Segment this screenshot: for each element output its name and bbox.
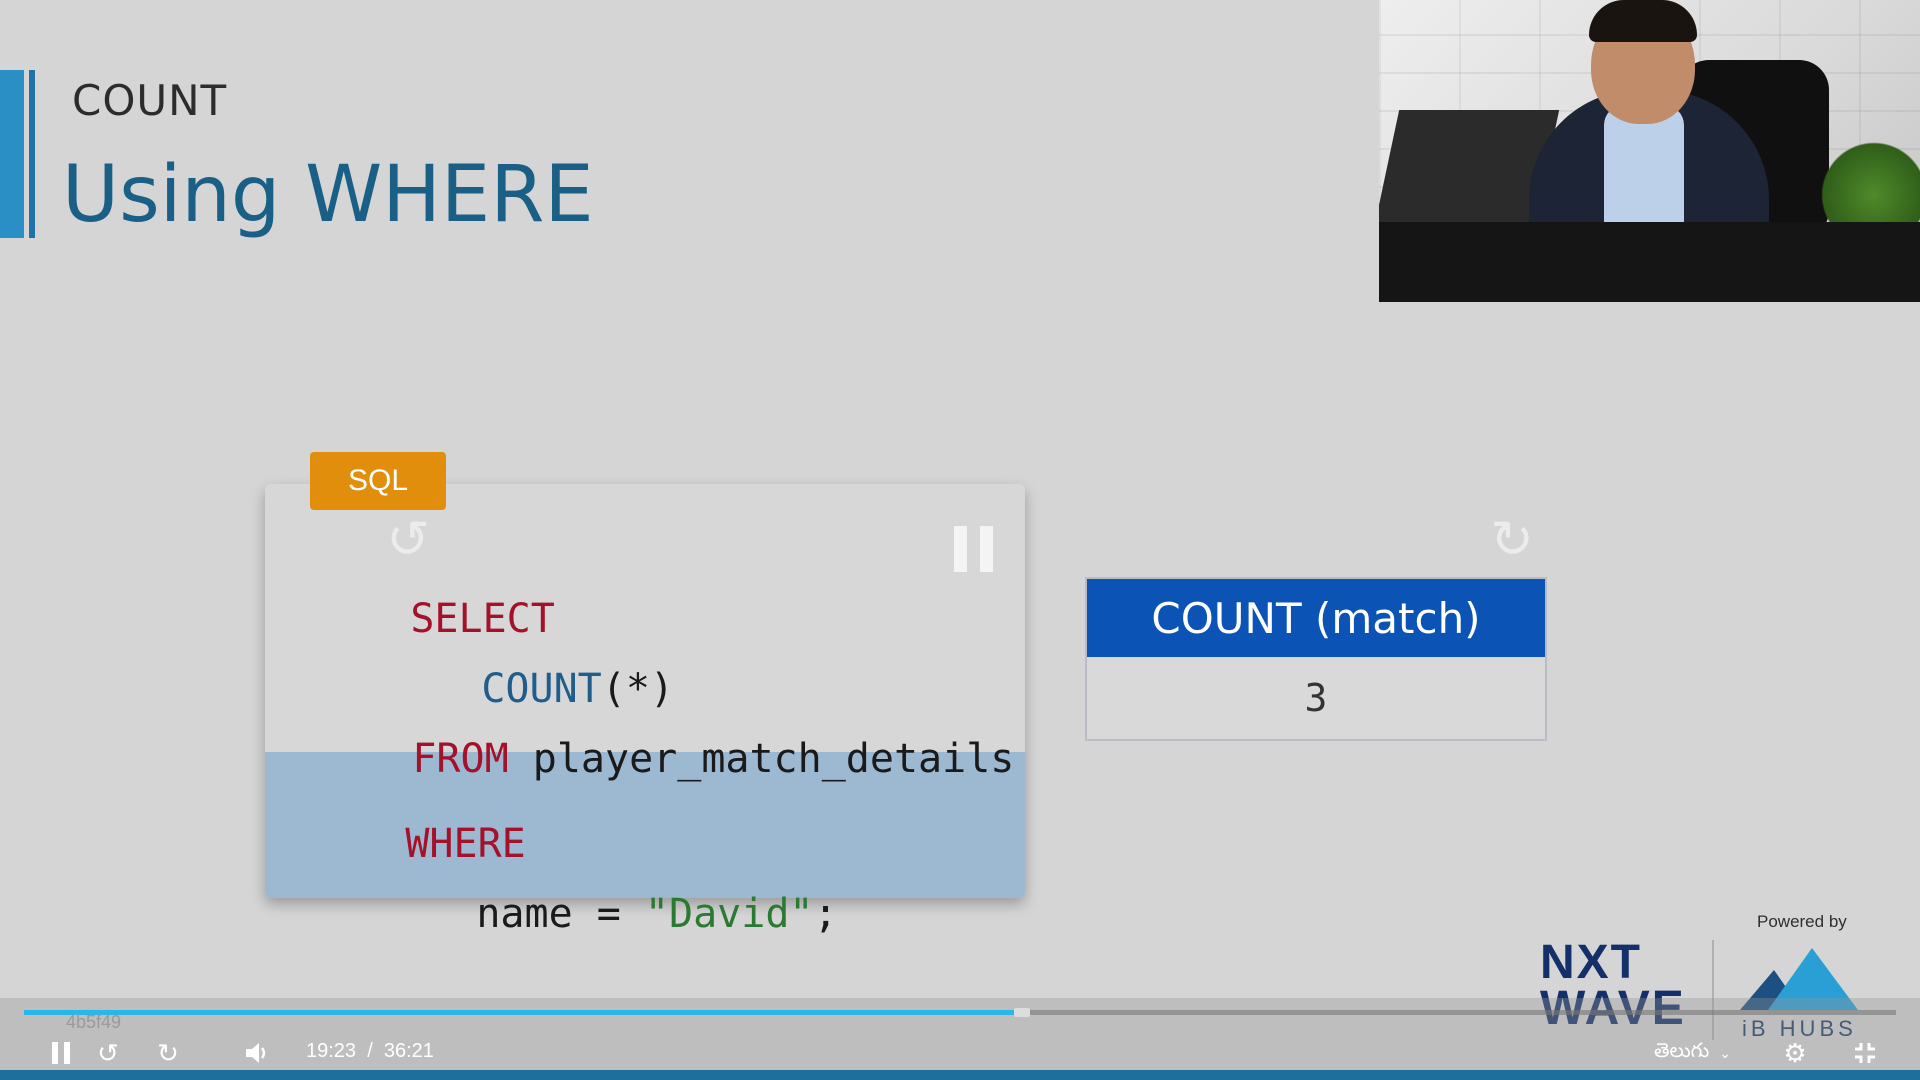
forward-10-icon: ↻	[157, 1037, 179, 1068]
pause-icon	[954, 526, 967, 572]
chevron-down-icon: ⌄	[1719, 1044, 1731, 1061]
result-value-cell: 3	[1304, 676, 1328, 720]
replay-10-icon: ↺	[386, 510, 430, 570]
progress-scrubber[interactable]	[1013, 1008, 1030, 1017]
volume-button[interactable]	[240, 1038, 274, 1068]
slide-subtitle: COUNT	[72, 76, 228, 125]
pause-button[interactable]	[48, 1038, 74, 1068]
overlay-replay-10-button[interactable]: ↺	[380, 512, 436, 568]
time-display: 19:23 / 36:21	[306, 1040, 434, 1063]
table-name: player_match_details	[508, 736, 1015, 782]
instructor-hair	[1589, 0, 1697, 42]
bottom-accent-strip	[0, 1070, 1920, 1080]
language-label: తెలుగు	[1654, 1039, 1710, 1062]
result-table: COUNT (match) 3	[1085, 577, 1547, 741]
exit-fullscreen-icon	[1855, 1043, 1875, 1063]
instructor-webcam	[1379, 0, 1920, 302]
nxtwave-logo-line1: NXT	[1540, 936, 1642, 989]
slide-accent-bar-thin	[29, 70, 35, 238]
overlay-pause-button[interactable]	[954, 526, 994, 572]
duration: 36:21	[383, 1040, 434, 1062]
code-line-condition: name = "David";	[380, 845, 838, 983]
language-select[interactable]: తెలుగు ⌄	[1654, 1038, 1736, 1068]
time-separator: /	[367, 1040, 373, 1062]
statement-terminator: ;	[813, 891, 838, 937]
video-frame[interactable]: COUNT Using WHERE SQL SELECT COUNT(*) FR…	[0, 0, 1920, 1080]
current-time: 19:23	[306, 1040, 357, 1062]
volume-icon	[246, 1043, 266, 1063]
slide-accent-bar	[0, 70, 24, 238]
pause-icon-bar	[980, 526, 993, 572]
powered-by-label: Powered by	[1757, 912, 1847, 931]
condition-column: name =	[476, 891, 645, 937]
desk	[1379, 222, 1920, 302]
progress-played	[24, 1010, 1022, 1015]
gear-icon: ⚙	[1783, 1037, 1807, 1068]
pause-icon	[52, 1042, 58, 1064]
settings-button[interactable]: ⚙	[1780, 1038, 1810, 1068]
forward-10-button[interactable]: ↻	[152, 1038, 184, 1068]
sql-language-badge: SQL	[310, 452, 446, 510]
slide-title: Using WHERE	[62, 150, 594, 240]
exit-fullscreen-button[interactable]	[1850, 1038, 1880, 1068]
overlay-forward-10-button[interactable]: ↻	[1484, 512, 1540, 568]
result-column-header: COUNT (match)	[1087, 579, 1545, 657]
forward-10-icon: ↻	[1490, 510, 1534, 570]
replay-10-button[interactable]: ↺	[92, 1038, 124, 1068]
replay-10-icon: ↺	[97, 1037, 119, 1068]
pause-icon-bar	[64, 1042, 70, 1064]
video-id-watermark: 4b5f49	[66, 1012, 122, 1032]
condition-string: "David"	[644, 891, 814, 937]
